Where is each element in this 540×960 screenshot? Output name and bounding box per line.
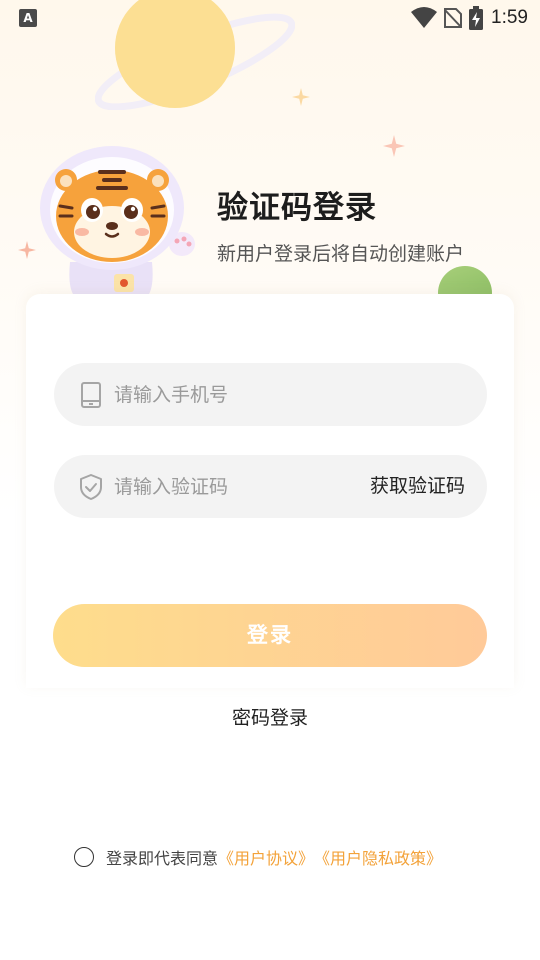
agreement-text: 登录即代表同意	[106, 849, 219, 868]
agreement-checkbox[interactable]	[74, 847, 94, 867]
status-bar: A 1:59	[0, 0, 540, 36]
privacy-policy-link[interactable]: 《用户隐私政策》	[314, 845, 442, 869]
wifi-icon	[411, 7, 438, 28]
password-login-row: 密码登录	[0, 703, 540, 730]
tiger-astronaut-mascot	[40, 146, 195, 302]
get-code-button[interactable]: 获取验证码	[370, 455, 465, 518]
status-time: 1:59	[491, 7, 528, 28]
user-agreement-link[interactable]: 《用户协议》	[218, 845, 314, 869]
phone-field[interactable]	[54, 363, 487, 426]
no-sim-icon	[444, 8, 463, 28]
agreement-row: 登录即代表同意 《用户协议》 《用户隐私政策》	[74, 846, 442, 868]
page-title: 验证码登录	[217, 190, 377, 226]
password-login-link[interactable]: 密码登录	[232, 707, 308, 729]
status-indicators: 1:59	[405, 5, 528, 31]
phone-input[interactable]	[114, 363, 464, 426]
sparkle-icon	[292, 88, 310, 106]
shield-check-icon	[80, 474, 102, 500]
phone-icon	[81, 382, 101, 408]
page-subtitle: 新用户登录后将自动创建账户	[217, 243, 465, 265]
sparkle-icon	[383, 135, 405, 157]
login-button[interactable]: 登录	[53, 604, 487, 667]
verification-code-field[interactable]: 获取验证码	[54, 455, 487, 518]
app-notification-icon: A	[19, 9, 37, 27]
battery-charging-icon	[469, 6, 484, 30]
verification-code-input[interactable]	[114, 455, 344, 518]
